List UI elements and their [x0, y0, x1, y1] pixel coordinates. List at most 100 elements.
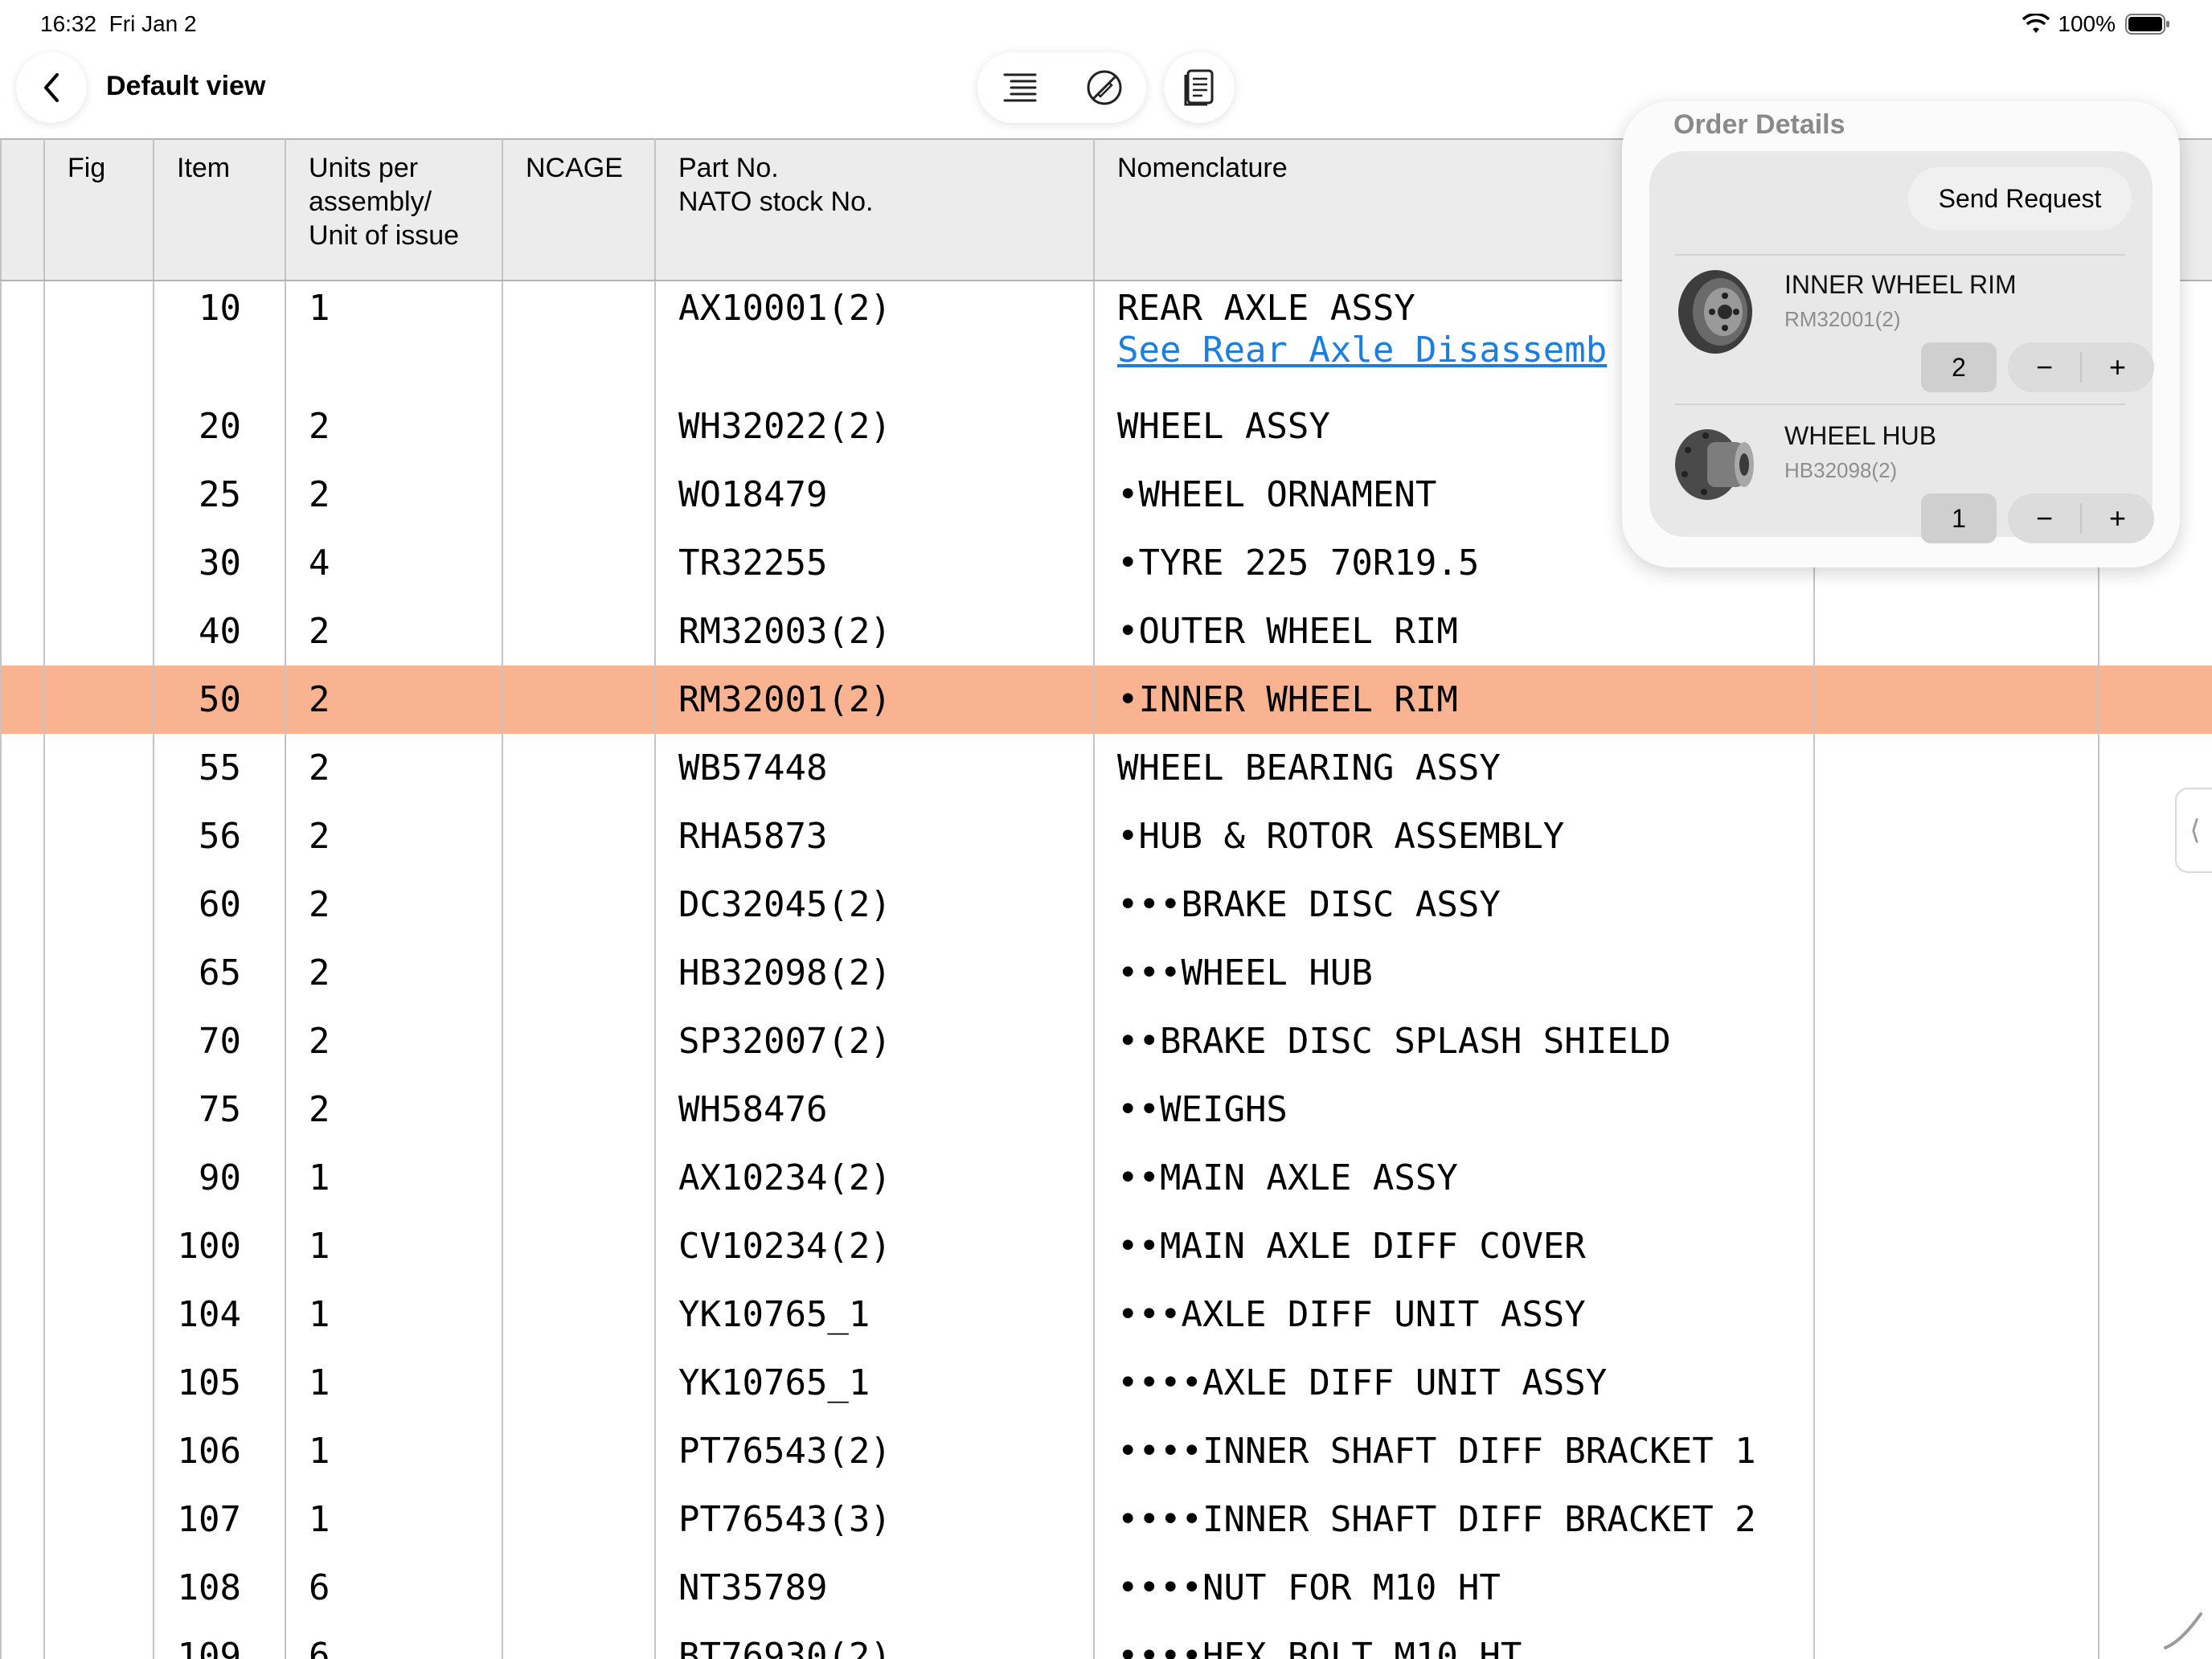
- units-cell: 4: [285, 529, 503, 597]
- part-cell: AX10001(2): [654, 281, 1095, 392]
- status-bar: 16:32 Fri Jan 2 100%: [0, 0, 2212, 50]
- status-time: 16:32 Fri Jan 2: [40, 11, 197, 37]
- part-header-line1: Part No.: [678, 153, 779, 183]
- part-cell: WB57448: [654, 734, 1095, 802]
- send-request-button[interactable]: Send Request: [1908, 167, 2132, 230]
- table-row[interactable]: 75 2 WH58476 ••WEIGHS: [0, 1075, 2212, 1144]
- units-cell: 2: [285, 802, 503, 870]
- wheel-hub-thumb: [1675, 429, 1754, 500]
- units-header-line2: assembly/: [309, 186, 432, 217]
- item-cell: 55: [153, 734, 286, 802]
- col-blank-header: [0, 138, 45, 281]
- item-cell: 40: [153, 597, 286, 666]
- col-units-header[interactable]: Units per assembly/ Unit of issue: [285, 138, 503, 281]
- part-header-line2: NATO stock No.: [678, 186, 874, 217]
- list-view-button[interactable]: [977, 52, 1062, 123]
- units-cell: 2: [285, 392, 503, 461]
- quantity-stepper: − +: [2008, 494, 2154, 543]
- document-button[interactable]: [1164, 52, 1235, 123]
- item-cell: 109: [153, 1622, 286, 1659]
- wifi-icon: [2022, 14, 2050, 33]
- table-row[interactable]: 60 2 DC32045(2) •••BRAKE DISC ASSY: [0, 870, 2212, 939]
- order-item: WHEEL HUB HB32098(2) 1 − +: [1649, 405, 2154, 555]
- nomenclature-cell: ••••NUT FOR M10 HT: [1093, 1554, 1815, 1622]
- scribble-icon[interactable]: [2162, 1609, 2204, 1651]
- units-cell: 6: [285, 1622, 503, 1659]
- no-edit-icon: [1087, 70, 1121, 105]
- item-cell: 100: [153, 1212, 286, 1280]
- quantity-field[interactable]: 2: [1921, 342, 1997, 392]
- nomenclature-cell: ••MAIN AXLE ASSY: [1093, 1144, 1815, 1212]
- table-row[interactable]: 55 2 WB57448 WHEEL BEARING ASSY: [0, 734, 2212, 802]
- nomenclature-cell: •••WHEEL HUB: [1093, 939, 1815, 1007]
- units-cell: 1: [285, 1417, 503, 1485]
- clock: 16:32: [40, 11, 97, 36]
- part-cell: SP32007(2): [654, 1007, 1095, 1075]
- edit-toggle-button[interactable]: [1062, 52, 1146, 123]
- col-ncage-header[interactable]: NCAGE: [502, 138, 656, 281]
- table-row[interactable]: 90 1 AX10234(2) ••MAIN AXLE ASSY: [0, 1144, 2212, 1212]
- increment-button[interactable]: +: [2081, 342, 2154, 392]
- col-item-header[interactable]: Item: [153, 138, 286, 281]
- nomenclature-cell: ••WEIGHS: [1093, 1075, 1815, 1144]
- list-icon: [1003, 73, 1036, 102]
- table-row[interactable]: 40 2 RM32003(2) •OUTER WHEEL RIM: [0, 597, 2212, 666]
- table-row[interactable]: 107 1 PT76543(3) ••••INNER SHAFT DIFF BR…: [0, 1485, 2212, 1554]
- table-row[interactable]: 108 6 NT35789 ••••NUT FOR M10 HT: [0, 1554, 2212, 1622]
- decrement-button[interactable]: −: [2008, 494, 2081, 543]
- back-button[interactable]: [16, 52, 87, 123]
- table-row[interactable]: 104 1 YK10765_1 •••AXLE DIFF UNIT ASSY: [0, 1280, 2212, 1349]
- chevron-left-icon: [44, 73, 59, 102]
- order-item-part: HB32098(2): [1784, 458, 1898, 482]
- increment-button[interactable]: +: [2081, 494, 2154, 543]
- part-cell: DC32045(2): [654, 870, 1095, 939]
- item-cell: 50: [153, 666, 286, 734]
- units-cell: 1: [285, 1144, 503, 1212]
- units-cell: 2: [285, 1075, 503, 1144]
- table-row[interactable]: 109 6 BT76930(2) ••••HEX BOLT M10 HT: [0, 1622, 2212, 1659]
- item-cell: 60: [153, 870, 286, 939]
- table-row[interactable]: 65 2 HB32098(2) •••WHEEL HUB: [0, 939, 2212, 1007]
- table-row[interactable]: 105 1 YK10765_1 ••••AXLE DIFF UNIT ASSY: [0, 1349, 2212, 1417]
- units-header-line3: Unit of issue: [309, 220, 460, 251]
- order-details-panel: Order Details Send Request INNER WHEEL R…: [1622, 101, 2180, 567]
- table-row[interactable]: 56 2 RHA5873 •HUB & ROTOR ASSEMBLY: [0, 802, 2212, 870]
- part-cell: WH32022(2): [654, 392, 1095, 461]
- part-cell: TR32255: [654, 529, 1095, 597]
- units-cell: 2: [285, 597, 503, 666]
- table-row[interactable]: 106 1 PT76543(2) ••••INNER SHAFT DIFF BR…: [0, 1417, 2212, 1485]
- nomenclature-cell: ••••INNER SHAFT DIFF BRACKET 1: [1093, 1417, 1815, 1485]
- table-row[interactable]: 100 1 CV10234(2) ••MAIN AXLE DIFF COVER: [0, 1212, 2212, 1280]
- side-panel-handle[interactable]: ⟨: [2175, 788, 2212, 873]
- table-row[interactable]: 70 2 SP32007(2) ••BRAKE DISC SPLASH SHIE…: [0, 1007, 2212, 1075]
- part-cell: PT76543(2): [654, 1417, 1095, 1485]
- col-part-header[interactable]: Part No. NATO stock No.: [654, 138, 1095, 281]
- units-cell: 1: [285, 1280, 503, 1349]
- nomenclature-cell: ••••HEX BOLT M10 HT: [1093, 1622, 1815, 1659]
- item-cell: 107: [153, 1485, 286, 1554]
- item-cell: 25: [153, 461, 286, 529]
- part-cell: CV10234(2): [654, 1212, 1095, 1280]
- item-cell: 106: [153, 1417, 286, 1485]
- battery-percent: 100%: [2058, 11, 2116, 36]
- item-cell: 20: [153, 392, 286, 461]
- decrement-button[interactable]: −: [2008, 342, 2081, 392]
- part-cell: YK10765_1: [654, 1280, 1095, 1349]
- nomenclature-cell: ••••INNER SHAFT DIFF BRACKET 2: [1093, 1485, 1815, 1554]
- nomenclature-cell: ••BRAKE DISC SPLASH SHIELD: [1093, 1007, 1815, 1075]
- item-cell: 70: [153, 1007, 286, 1075]
- item-cell: 90: [153, 1144, 286, 1212]
- part-cell: RM32003(2): [654, 597, 1095, 666]
- item-cell: 75: [153, 1075, 286, 1144]
- part-cell: NT35789: [654, 1554, 1095, 1622]
- item-cell: 65: [153, 939, 286, 1007]
- date: Fri Jan 2: [109, 11, 197, 36]
- units-cell: 2: [285, 1007, 503, 1075]
- order-title: Order Details: [1673, 109, 1845, 140]
- quantity-field[interactable]: 1: [1921, 494, 1997, 543]
- item-cell: 108: [153, 1554, 286, 1622]
- col-fig-header[interactable]: Fig: [43, 138, 154, 281]
- units-cell: 1: [285, 281, 503, 392]
- units-cell: 2: [285, 666, 503, 734]
- table-row-selected[interactable]: 50 2 RM32001(2) •INNER WHEEL RIM: [0, 666, 2212, 734]
